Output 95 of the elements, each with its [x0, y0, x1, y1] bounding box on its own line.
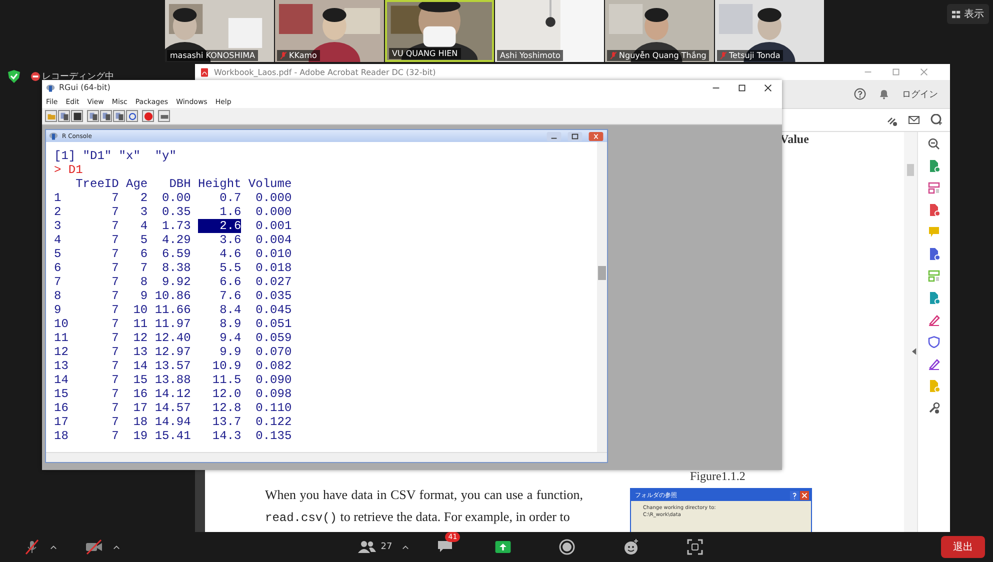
- video-tile[interactable]: KKamo: [275, 0, 384, 62]
- console-header: TreeID Age DBH Height Volume: [74, 177, 293, 191]
- scrollbar[interactable]: [597, 142, 607, 452]
- pen-icon[interactable]: [928, 358, 940, 370]
- window-title: RGui (64-bit): [59, 83, 110, 92]
- mail-icon[interactable]: [908, 114, 920, 126]
- console-line: 1 7 2 0.00 0.7 0.000: [54, 191, 293, 205]
- copy-paste-button[interactable]: [113, 110, 125, 122]
- save-icon: [72, 112, 82, 120]
- console-line: 18 7 19 15.41 14.3 0.135: [54, 429, 293, 443]
- stop-button[interactable]: [142, 110, 154, 122]
- chat-icon[interactable]: [437, 538, 454, 554]
- participant-name-label: masashi KONOSHIMA: [167, 50, 258, 61]
- close-icon[interactable]: [764, 84, 772, 92]
- close-icon: [800, 490, 809, 500]
- record-icon[interactable]: [559, 539, 576, 555]
- console-line: 14 7 15 13.88 11.5 0.090: [54, 373, 293, 387]
- refresh-icon: [128, 112, 136, 120]
- console-line: 16 7 17 14.57 12.8 0.110: [54, 401, 293, 415]
- console-command: > D1: [54, 163, 84, 177]
- console-line: 10 7 11 11.97 8.9 0.051: [54, 317, 293, 331]
- window-title: Workbook_Laos.pdf - Adobe Acrobat Reader DC (32-bit): [214, 68, 436, 76]
- body-paragraph: When you have data in CSV format, you can use a function, read.csv() to retrieve the data. For example, in order to: [265, 486, 583, 527]
- caret-icon[interactable]: [402, 544, 410, 550]
- copy-paste-icon: [114, 112, 124, 120]
- console-output: [1] "D1" "x" "y": [54, 149, 178, 163]
- participant-name-label: KKamo: [277, 50, 320, 61]
- load-button[interactable]: [58, 110, 70, 122]
- refresh-button[interactable]: [126, 110, 138, 122]
- reaction-icon[interactable]: [623, 539, 640, 555]
- caret-icon[interactable]: [50, 544, 57, 550]
- pdf-icon: [201, 68, 208, 76]
- video-tile[interactable]: Ashi Yoshimoto: [495, 0, 604, 62]
- open-folder-button[interactable]: [45, 110, 57, 122]
- save-button[interactable]: [71, 110, 83, 122]
- document-icon[interactable]: [928, 204, 940, 216]
- r-logo-icon: [46, 84, 55, 92]
- open-folder-icon: [46, 112, 56, 120]
- paste-button[interactable]: [100, 110, 112, 122]
- bell-icon[interactable]: [878, 88, 890, 100]
- caret-icon[interactable]: [113, 544, 120, 550]
- collapse-arrow-icon[interactable]: [912, 348, 917, 355]
- participant-name-label: Tetsuji Tonda: [717, 50, 784, 61]
- video-off-icon[interactable]: [85, 539, 103, 555]
- console-line: 8 7 9 10.86 7.6 0.035: [54, 289, 293, 303]
- scrollbar[interactable]: [46, 452, 607, 462]
- console-line: 5 7 6 6.59 4.6 0.010: [54, 247, 293, 261]
- copy-icon: [88, 112, 98, 120]
- console-line: 12 7 13 12.97 9.9 0.070: [54, 345, 293, 359]
- pen-icon[interactable]: [928, 314, 940, 326]
- section-heading: Value: [780, 132, 809, 147]
- document-icon[interactable]: [928, 160, 940, 172]
- figure-caption: Figure1.1.2: [690, 469, 746, 484]
- console-line: 11 7 12 12.40 9.4 0.059: [54, 331, 293, 345]
- mic-muted-icon[interactable]: [24, 539, 40, 555]
- zoom-icon[interactable]: [928, 138, 940, 150]
- login-link[interactable]: ログイン: [902, 88, 938, 100]
- console-line: 17 7 18 14.94 13.7 0.122: [54, 415, 293, 429]
- help-icon: [790, 490, 799, 500]
- apps-icon[interactable]: [687, 539, 704, 555]
- print-button[interactable]: [158, 110, 170, 122]
- console-line: 7 7 8 9.92 6.6 0.027: [54, 275, 293, 289]
- copy-button[interactable]: [87, 110, 99, 122]
- participant-name-label: Ashi Yoshimoto: [497, 50, 564, 61]
- shield-icon[interactable]: [8, 70, 20, 83]
- record-icon: [31, 72, 40, 81]
- maximize-icon[interactable]: [567, 132, 583, 140]
- video-tile[interactable]: Nguyễn Quang Thắng: [605, 0, 714, 62]
- console-line: 9 7 10 11.66 8.4 0.045: [54, 303, 293, 317]
- console-line: 2 7 3 0.35 1.6 0.000: [54, 205, 293, 219]
- leave-button[interactable]: 退出: [941, 536, 986, 558]
- wrench-icon[interactable]: [928, 402, 940, 414]
- maximize-icon[interactable]: [738, 84, 746, 92]
- r-logo-icon: [49, 132, 58, 140]
- help-icon[interactable]: [854, 88, 866, 100]
- console-line: 6 7 7 8.38 5.5 0.018: [54, 261, 293, 275]
- view-button[interactable]: 表示: [947, 4, 989, 24]
- console-line: 4 7 5 4.29 3.6 0.004: [54, 233, 293, 247]
- grid-icon: [952, 10, 961, 18]
- participants-button[interactable]: 27: [358, 540, 392, 554]
- document-icon[interactable]: [928, 292, 940, 304]
- share-screen-icon[interactable]: [495, 541, 512, 553]
- document-icon[interactable]: [928, 248, 940, 260]
- console-line: 13 7 14 13.57 10.9 0.082: [54, 359, 293, 373]
- participant-name-label: VU QUANG HIEN: [389, 48, 461, 59]
- stop-icon: [144, 112, 152, 120]
- recording-status: レコーディング中: [42, 70, 114, 83]
- video-tile[interactable]: masashi KONOSHIMA: [165, 0, 274, 62]
- video-tile[interactable]: VU QUANG HIEN: [385, 0, 494, 62]
- people-icon: [358, 540, 376, 554]
- participant-name-label: Nguyễn Quang Thắng: [607, 50, 710, 61]
- console-line: 15 7 16 14.12 12.0 0.098: [54, 387, 293, 401]
- video-tile[interactable]: Tetsuji Tonda: [715, 0, 824, 62]
- layout-icon[interactable]: [928, 182, 940, 194]
- console-line: 3 7 4 1.73 2.6 0.001: [54, 219, 293, 233]
